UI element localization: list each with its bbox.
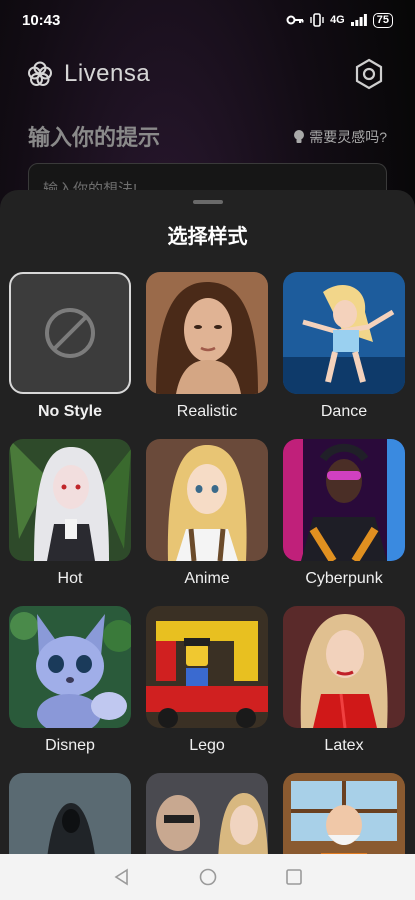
style-label: No Style [37,403,102,420]
style-label: Dance [320,403,368,420]
inspiration-label: 需要灵感吗? [309,129,387,145]
style-label: Anime [184,570,230,587]
portraits-image [146,773,268,854]
style-10-thumb [9,773,131,854]
style-option-no-style[interactable]: No Style [9,272,131,439]
style-label: Latex [324,737,364,754]
style-option-dance[interactable]: Dance [283,272,405,439]
style-label: Hot [57,570,83,587]
sheet-title: 选择样式 [167,226,248,248]
style-option-disnep[interactable]: Disnep [9,606,131,773]
cyberpunk-image [283,439,405,561]
latex-thumb [283,606,405,728]
realistic-image [146,272,268,394]
hot-thumb [9,439,131,561]
inspiration-link[interactable]: 需要灵感吗? [293,127,387,147]
realistic-thumb [146,272,268,394]
gear-icon [355,58,383,90]
brand: Livensa [26,60,150,88]
cyberpunk-thumb [283,439,405,561]
disnep-thumb [9,606,131,728]
system-nav-bar [0,854,415,900]
dance-image [283,272,405,394]
style-label: Realistic [176,403,238,420]
lego-image [146,606,268,728]
recents-icon[interactable] [285,868,303,886]
hooded-figure-image [9,773,131,854]
network-label: 4G [330,14,345,26]
status-icons: 4G 75 [286,12,393,28]
vibrate-icon [310,13,324,27]
lightbulb-icon [294,130,305,143]
battery-indicator: 75 [372,12,393,28]
latex-image [283,606,405,728]
style-12-thumb [283,773,405,854]
sheet-handle[interactable] [192,200,223,204]
style-grid: No Style Realistic Dance Hot Anime Cyber… [9,272,409,854]
style-11-thumb [146,773,268,854]
style-option-10[interactable] [9,773,131,854]
status-bar: 10:43 4G 75 [0,0,415,40]
no-style-thumb [9,272,131,394]
logo-icon [28,61,52,86]
style-option-cyberpunk[interactable]: Cyberpunk [283,439,405,606]
dance-thumb [283,272,405,394]
app-name: Livensa [64,60,151,87]
status-time: 10:43 [22,11,61,29]
back-icon[interactable] [113,868,131,886]
style-option-lego[interactable]: Lego [146,606,268,773]
style-option-12[interactable] [283,773,405,854]
disnep-image [9,606,131,728]
lego-thumb [146,606,268,728]
style-sheet: 选择样式 No Style Realistic Dance Hot Anime … [0,190,415,854]
style-label: Cyberpunk [305,570,383,587]
style-label: Lego [189,737,225,754]
anime-image [146,439,268,561]
home-icon[interactable] [199,868,217,886]
hot-image [9,439,131,561]
style-option-hot[interactable]: Hot [9,439,131,606]
app-header: Livensa [26,52,389,96]
style-option-11[interactable] [146,773,268,854]
style-option-latex[interactable]: Latex [283,606,405,773]
style-label: Disnep [45,737,95,754]
style-option-anime[interactable]: Anime [146,439,268,606]
anime-thumb [146,439,268,561]
signal-icon [350,14,367,26]
prompt-title: 输入你的提示 [28,125,161,150]
settings-button[interactable] [349,54,389,94]
no-style-icon [45,308,95,358]
old-man-image [283,773,405,854]
style-option-realistic[interactable]: Realistic [146,272,268,439]
key-icon [286,15,304,25]
